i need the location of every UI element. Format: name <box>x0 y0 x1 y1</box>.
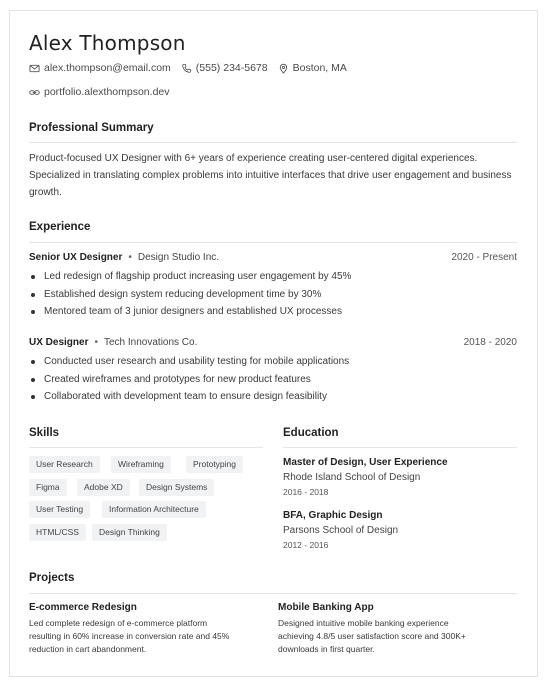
bullet-item: Led redesign of flagship product increas… <box>29 268 351 286</box>
edu-degree: Master of Design, User Experience <box>283 457 448 468</box>
portfolio-contact[interactable]: portfolio.alexthompson.dev <box>29 86 170 98</box>
project-desc-line: downloads in first quarter. <box>278 644 375 654</box>
job-bullets: Conducted user research and usability te… <box>29 353 349 406</box>
phone-contact[interactable]: (555) 234-5678 <box>181 62 268 74</box>
experience-divider <box>29 242 517 243</box>
job-company: Tech Innovations Co. <box>103 337 198 348</box>
edu-school: Parsons School of Design <box>283 525 399 536</box>
phone-text: (555) 234-5678 <box>195 62 268 74</box>
project-desc-line: Designed intuitive mobile banking experi… <box>278 618 449 628</box>
skill-tag: Wireframing <box>111 456 171 473</box>
education-divider <box>283 447 517 448</box>
skills-heading: Skills <box>29 427 60 439</box>
contact-row: alex.thompson@email.com (555) 234-5678 B… <box>29 62 357 74</box>
bullet-item: Established design system reducing devel… <box>29 286 351 304</box>
project-desc-line: Led complete redesign of e-commerce plat… <box>29 618 208 628</box>
projects-divider <box>29 593 517 594</box>
summary-divider <box>29 142 517 143</box>
skill-tag: HTML/CSS <box>29 524 86 541</box>
skill-tag: Adobe XD <box>77 479 130 496</box>
portfolio-text: portfolio.alexthompson.dev <box>44 86 170 98</box>
bullet-item: Collaborated with development team to en… <box>29 388 349 406</box>
phone-icon <box>182 63 191 73</box>
email-text: alex.thompson@email.com <box>44 62 171 74</box>
project-title: Mobile Banking App <box>278 602 374 613</box>
job-company: Design Studio Inc. <box>137 252 220 263</box>
skill-tag: Information Architecture <box>102 501 206 518</box>
skill-tag: User Testing <box>29 501 91 518</box>
separator-dot: • <box>94 337 98 348</box>
skill-tag: Design Systems <box>139 479 215 496</box>
job-title: Senior UX Designer <box>29 252 123 263</box>
project-desc-line: reduction in cart abandonment. <box>29 644 147 654</box>
skills-divider <box>29 447 263 448</box>
candidate-name: Alex Thompson <box>29 31 186 55</box>
location-text: Boston, MA <box>292 62 347 74</box>
project-description: Designed intuitive mobile banking experi… <box>278 617 512 656</box>
email-contact[interactable]: alex.thompson@email.com <box>29 62 171 74</box>
location-contact: Boston, MA <box>278 62 347 74</box>
job-dates: 2018 - 2020 <box>463 337 517 348</box>
summary-heading: Professional Summary <box>29 122 154 134</box>
project-title: E-commerce Redesign <box>29 602 137 613</box>
edu-degree: BFA, Graphic Design <box>283 510 383 521</box>
map-pin-icon <box>279 63 287 74</box>
skill-tag: Figma <box>29 479 67 496</box>
bullet-item: Mentored team of 3 junior designers and … <box>29 303 351 321</box>
bullet-item: Created wireframes and prototypes for ne… <box>29 371 349 389</box>
edu-years: 2016 - 2018 <box>283 487 329 497</box>
project-desc-line: achieving 4.8/5 user satisfaction score … <box>278 631 466 641</box>
project-desc-line: resulting in 60% increase in conversion … <box>29 631 230 641</box>
edu-school: Rhode Island School of Design <box>283 472 421 483</box>
mail-icon <box>29 64 40 72</box>
portfolio-row: portfolio.alexthompson.dev <box>29 86 180 98</box>
skill-tag: Prototyping <box>186 456 243 473</box>
link-icon <box>29 89 40 95</box>
experience-heading: Experience <box>29 221 91 233</box>
bullet-item: Conducted user research and usability te… <box>29 353 349 371</box>
job-header: UX Designer • Tech Innovations Co. 2018 - … <box>29 337 517 348</box>
job-header: Senior UX Designer • Design Studio Inc. 20… <box>29 252 517 263</box>
projects-heading: Projects <box>29 572 75 584</box>
job-title: UX Designer <box>29 337 89 348</box>
job-dates: 2020 - Present <box>451 252 517 263</box>
project-description: Led complete redesign of e-commerce plat… <box>29 617 263 656</box>
education-heading: Education <box>283 427 339 439</box>
skill-tag: Design Thinking <box>92 524 167 541</box>
resume-page: Alex Thompson alex.thompson@email.com (5… <box>9 10 538 677</box>
skill-tag: User Research <box>29 456 100 473</box>
job-bullets: Led redesign of flagship product increas… <box>29 268 351 321</box>
summary-text: Product-focused UX Designer with 6+ year… <box>29 153 512 198</box>
edu-years: 2012 - 2016 <box>283 540 329 550</box>
separator-dot: • <box>128 252 132 263</box>
